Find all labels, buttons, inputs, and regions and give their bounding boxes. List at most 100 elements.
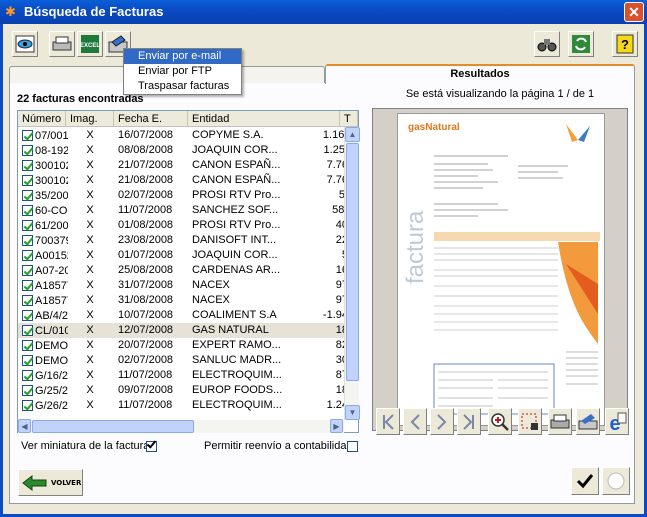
back-arrow-icon — [22, 475, 47, 491]
table-row[interactable]: A07-20...X25/08/2008CARDENAS AR...16 — [18, 263, 348, 278]
invoice-table[interactable]: Número Imag. Fecha E. Entidad T 07/001 X 1… — [17, 110, 359, 433]
table-row[interactable]: 61/2008X01/08/2008PROSI RTV Pro...40 — [18, 218, 348, 233]
row-fecha: 02/07/2008 — [118, 354, 174, 366]
table-row[interactable]: 300102...X21/08/2008CANON ESPAÑ...7.76 — [18, 173, 348, 188]
binoculars-icon[interactable] — [534, 31, 560, 57]
invoice-preview[interactable]: gasNatural factura — [372, 108, 628, 431]
invoice-body-lines — [433, 155, 600, 415]
table-row[interactable]: G/25/2...X09/07/2008EUROP FOODS...18 — [18, 383, 348, 398]
row-checkbox[interactable] — [22, 340, 33, 351]
table-row[interactable]: 35/2008X02/07/2008PROSI RTV Pro...5! — [18, 188, 348, 203]
refresh-icon[interactable] — [568, 31, 594, 57]
menu-item-email[interactable]: Enviar por e-mail — [124, 49, 241, 64]
excel-icon[interactable]: EXCEL — [77, 31, 103, 57]
last-page-button[interactable] — [457, 408, 481, 435]
row-numero: G/25/2... — [22, 383, 68, 399]
row-numero-text: G/26/2... — [35, 400, 68, 412]
vertical-scroll-thumb[interactable] — [346, 143, 359, 381]
row-checkbox[interactable] — [22, 175, 33, 186]
close-button[interactable]: ✕ — [624, 2, 644, 22]
select-area-icon — [521, 413, 538, 430]
row-imag: X — [86, 339, 94, 351]
row-total: 5 — [308, 248, 348, 263]
table-row[interactable]: A001520X01/07/2008JOAQUIN COR...5 — [18, 248, 348, 263]
row-checkbox[interactable] — [22, 295, 33, 306]
tab-resultados[interactable]: Resultados — [325, 64, 635, 84]
menu-item-ftp[interactable]: Enviar por FTP — [124, 64, 241, 79]
row-total: 30 — [335, 354, 348, 366]
row-numero: G/26/2... — [22, 398, 68, 414]
scroll-right-button[interactable]: ▶ — [330, 419, 343, 433]
row-checkbox[interactable] — [22, 325, 33, 336]
printer-icon[interactable] — [49, 31, 75, 57]
row-imag: X — [86, 234, 94, 246]
row-checkbox[interactable] — [22, 205, 33, 216]
table-row[interactable]: 700379X23/08/2008DANISOFT INT...22 — [18, 233, 348, 248]
scroll-down-button[interactable]: ▼ — [345, 405, 360, 420]
reenvio-checkbox[interactable] — [347, 441, 358, 452]
excel-label: EXCEL — [80, 43, 100, 49]
table-row[interactable]: 300102...X21/07/2008CANON ESPAÑ...7.76 — [18, 158, 348, 173]
horizontal-scroll-thumb[interactable] — [32, 420, 194, 433]
row-total: 5! — [308, 188, 348, 203]
page-info: Se está visualizando la página 1 / de 1 — [405, 88, 595, 100]
row-checkbox[interactable] — [22, 385, 33, 396]
tab-resultados-label: Resultados — [450, 68, 510, 80]
row-checkbox[interactable] — [22, 280, 33, 291]
table-row[interactable]: CL/010...X12/07/2008GAS NATURAL18 — [18, 323, 348, 338]
table-row[interactable]: A18577X31/07/2008NACEX97 — [18, 278, 348, 293]
zoom-button[interactable] — [488, 408, 512, 435]
table-row[interactable]: 60-COMX11/07/2008SANCHEZ SOF...58( — [18, 203, 348, 218]
row-numero: G/16/2... — [22, 368, 68, 384]
row-total: 16 — [335, 264, 348, 276]
vertical-scrollbar[interactable]: ▲ ▼ — [344, 127, 360, 420]
volver-button[interactable]: VOLVER — [18, 469, 83, 496]
scroll-left-button[interactable]: ◀ — [18, 419, 31, 433]
column-header-total[interactable]: T — [340, 111, 358, 127]
row-checkbox[interactable] — [22, 370, 33, 381]
row-checkbox[interactable] — [22, 235, 33, 246]
row-checkbox[interactable] — [22, 220, 33, 231]
print-button[interactable] — [548, 408, 572, 435]
row-numero-text: 08-1927 — [35, 145, 68, 157]
first-page-button[interactable] — [376, 408, 400, 435]
cancel-button[interactable] — [602, 467, 630, 495]
table-row[interactable]: 08-1927X08/08/2008JOAQUIN COR...1.25: — [18, 143, 348, 158]
row-checkbox[interactable] — [22, 130, 33, 141]
next-page-button[interactable] — [430, 408, 454, 435]
row-checkbox[interactable] — [22, 160, 33, 171]
table-row[interactable]: AB/4/2...X10/07/2008COALIMENT S.A-1.94 — [18, 308, 348, 323]
table-row[interactable]: A18577X31/08/2008NACEX97 — [18, 293, 348, 308]
horizontal-scrollbar[interactable]: ◀ ▶ — [18, 419, 344, 433]
row-total: 40 — [335, 219, 348, 231]
scroll-up-button[interactable]: ▲ — [345, 127, 360, 142]
miniatura-checkbox[interactable] — [146, 441, 157, 452]
table-row[interactable]: DEMO5X20/07/2008EXPERT RAMO...82 — [18, 338, 348, 353]
column-header-imag[interactable]: Imag. — [66, 111, 114, 127]
row-checkbox[interactable] — [22, 190, 33, 201]
table-row[interactable]: DEMO6X02/07/2008SANLUC MADR...30 — [18, 353, 348, 368]
accept-button[interactable] — [571, 467, 599, 495]
row-checkbox[interactable] — [22, 265, 33, 276]
table-row[interactable]: G/26/2...X11/07/2008ELECTROQUIM...1.24 — [18, 398, 348, 413]
select-area-button[interactable] — [518, 408, 542, 435]
row-total: -1.94 — [322, 309, 348, 321]
column-header-numero[interactable]: Número — [18, 111, 66, 127]
row-imag: X — [86, 174, 94, 186]
row-checkbox[interactable] — [22, 400, 33, 411]
menu-item-traspasar[interactable]: Traspasar facturas — [124, 79, 241, 94]
help-icon[interactable]: ? — [612, 31, 638, 57]
row-checkbox[interactable] — [22, 250, 33, 261]
row-imag: X — [86, 369, 94, 381]
previous-page-button[interactable] — [403, 408, 427, 435]
email-button[interactable]: e — [605, 408, 629, 435]
column-header-entidad[interactable]: Entidad — [188, 111, 340, 127]
row-checkbox[interactable] — [22, 355, 33, 366]
table-row[interactable]: G/16/2...X11/07/2008ELECTROQUIM...87 — [18, 368, 348, 383]
eye-icon[interactable] — [12, 31, 38, 57]
table-row[interactable]: 07/001 X 16/07/2008 COPYME S.A. 1.16( — [18, 128, 348, 143]
fax-send-button[interactable] — [576, 408, 600, 435]
row-checkbox[interactable] — [22, 145, 33, 156]
row-checkbox[interactable] — [22, 310, 33, 321]
column-header-fecha[interactable]: Fecha E. — [114, 111, 188, 127]
